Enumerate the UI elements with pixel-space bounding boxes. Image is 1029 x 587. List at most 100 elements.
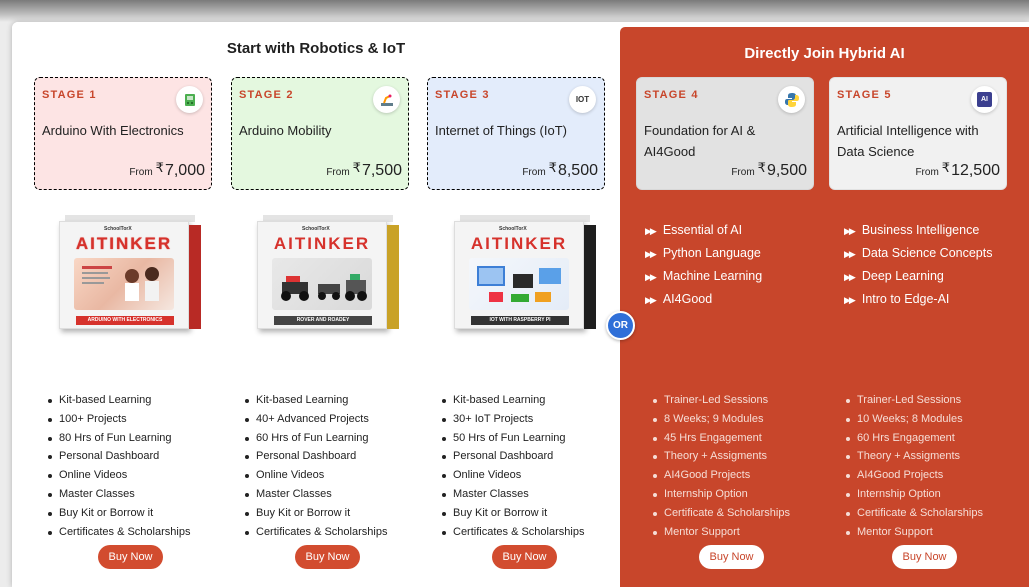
section-title-robotics: Start with Robotics & IoT: [226, 40, 406, 57]
list-item: Personal Dashboard: [440, 447, 584, 466]
stage-label: STAGE 3: [435, 89, 490, 101]
list-item: Certificates & Scholarships: [46, 523, 190, 542]
stage-5-buy-button[interactable]: Buy Now: [892, 545, 957, 569]
list-item: AI4Good Projects: [651, 466, 790, 485]
list-item: 30+ IoT Projects: [440, 410, 584, 429]
stage-title: Arduino Mobility: [239, 123, 332, 138]
list-item: Personal Dashboard: [243, 447, 387, 466]
list-item: Kit-based Learning: [440, 391, 584, 410]
stage-4-topics: ▶▶ Essential of AI ▶▶ Python Language ▶▶ Ma…: [645, 219, 762, 311]
list-item: 60 Hrs of Fun Learning: [243, 429, 387, 448]
stage-2-card[interactable]: STAGE 2 Arduino Mobility From ₹7,500: [231, 77, 409, 190]
stage-title: Arduino With Electronics: [42, 123, 184, 138]
stage-4-card[interactable]: STAGE 4 Foundation for AI & AI4Good From…: [636, 77, 814, 190]
from-label: From: [731, 167, 755, 178]
price-amount: 7,000: [164, 162, 205, 179]
stage-price: From ₹8,500: [522, 160, 598, 180]
list-item: Mentor Support: [651, 523, 790, 542]
ai-chip-icon: AI: [971, 86, 998, 113]
price-amount: 9,500: [766, 162, 807, 179]
list-item: Certificates & Scholarships: [243, 523, 387, 542]
list-item: AI4Good Projects: [844, 466, 983, 485]
product-box-mobility: SchoolTorX AITINKER ROVER AND ROADEY: [257, 215, 399, 331]
double-arrow-icon: ▶▶: [645, 295, 657, 305]
list-item: Kit-based Learning: [46, 391, 190, 410]
stage-label: STAGE 4: [644, 89, 699, 101]
list-item: 60 Hrs Engagement: [844, 429, 983, 448]
list-item: Trainer-Led Sessions: [651, 391, 790, 410]
list-item: 10 Weeks; 8 Modules: [844, 410, 983, 429]
list-item: Certificate & Scholarships: [844, 504, 983, 523]
list-item: ▶▶ Data Science Concepts: [844, 246, 993, 260]
stage-1-card[interactable]: STAGE 1 Arduino With Electronics From ₹7,…: [34, 77, 212, 190]
list-item: ▶▶ AI4Good: [645, 292, 713, 306]
currency-symbol: ₹: [548, 160, 557, 175]
from-label: From: [522, 167, 546, 178]
list-item: ▶▶ Deep Learning: [844, 269, 944, 283]
list-item: 8 Weeks; 9 Modules: [651, 410, 790, 429]
currency-symbol: ₹: [941, 160, 951, 175]
stage-5-features: Trainer-Led Sessions 10 Weeks; 8 Modules…: [844, 391, 983, 541]
stage-title: Foundation for AI & AI4Good: [644, 123, 756, 159]
stage-price: From ₹9,500: [731, 160, 807, 180]
double-arrow-icon: ▶▶: [844, 295, 856, 305]
from-label: From: [129, 167, 153, 178]
currency-symbol: ₹: [757, 160, 766, 175]
list-item: 100+ Projects: [46, 410, 190, 429]
double-arrow-icon: ▶▶: [645, 272, 657, 282]
list-item: Certificate & Scholarships: [651, 504, 790, 523]
list-item: Mentor Support: [844, 523, 983, 542]
stage-title: Internet of Things (IoT): [435, 123, 567, 138]
stage-price: From ₹7,500: [326, 160, 402, 180]
list-item: 80 Hrs of Fun Learning: [46, 429, 190, 448]
list-item: 45 Hrs Engagement: [651, 429, 790, 448]
list-item: Buy Kit or Borrow it: [46, 504, 190, 523]
stage-1-buy-button[interactable]: Buy Now: [98, 545, 163, 569]
product-photo: [469, 258, 569, 310]
list-item: 50 Hrs of Fun Learning: [440, 429, 584, 448]
list-item: Theory + Assigments: [651, 447, 790, 466]
list-item: Online Videos: [243, 466, 387, 485]
stage-4-buy-button[interactable]: Buy Now: [699, 545, 764, 569]
list-item: ▶▶ Python Language: [645, 246, 761, 260]
electronics-icon: [176, 86, 203, 113]
list-item: Kit-based Learning: [243, 391, 387, 410]
list-item: Personal Dashboard: [46, 447, 190, 466]
price-amount: 12,500: [951, 162, 1000, 179]
iot-icon-text: IOT: [575, 95, 590, 104]
list-item: Theory + Assigments: [844, 447, 983, 466]
stage-2-features: Kit-based Learning 40+ Advanced Projects…: [243, 391, 387, 541]
list-item: Buy Kit or Borrow it: [440, 504, 584, 523]
python-icon: [778, 86, 805, 113]
pricing-container: Start with Robotics & IoT STAGE 1 Arduin…: [12, 22, 1029, 587]
iot-icon: IOT: [569, 86, 596, 113]
product-photo: [272, 258, 372, 310]
stage-3-buy-button[interactable]: Buy Now: [492, 545, 557, 569]
currency-symbol: ₹: [155, 160, 164, 175]
stage-3-features: Kit-based Learning 30+ IoT Projects 50 H…: [440, 391, 584, 541]
from-label: From: [915, 167, 939, 178]
price-amount: 8,500: [557, 162, 598, 179]
list-item: Certificates & Scholarships: [440, 523, 584, 542]
stage-label: STAGE 2: [239, 89, 294, 101]
stage-title: Artificial Intelligence with Data Scienc…: [837, 123, 979, 159]
list-item: ▶▶ Machine Learning: [645, 269, 763, 283]
product-box-electronics: SchoolTorX AITINKER ARDUINO WITH ELECTRO…: [59, 215, 201, 331]
stage-2-buy-button[interactable]: Buy Now: [295, 545, 360, 569]
stage-label: STAGE 1: [42, 89, 97, 101]
double-arrow-icon: ▶▶: [844, 249, 856, 259]
from-label: From: [326, 167, 350, 178]
robotics-iot-panel: Start with Robotics & IoT STAGE 1 Arduin…: [12, 22, 620, 587]
stage-4-features: Trainer-Led Sessions 8 Weeks; 9 Modules …: [651, 391, 790, 541]
double-arrow-icon: ▶▶: [844, 226, 856, 236]
currency-symbol: ₹: [352, 160, 361, 175]
or-badge: OR: [606, 311, 635, 340]
list-item: 40+ Advanced Projects: [243, 410, 387, 429]
list-item: Buy Kit or Borrow it: [243, 504, 387, 523]
double-arrow-icon: ▶▶: [645, 226, 657, 236]
stage-5-card[interactable]: STAGE 5 AI Artificial Intelligence with …: [829, 77, 1007, 190]
list-item: Master Classes: [46, 485, 190, 504]
list-item: Internship Option: [844, 485, 983, 504]
stage-3-card[interactable]: STAGE 3 IOT Internet of Things (IoT) Fro…: [427, 77, 605, 190]
product-box-iot: SchoolTorX AITINKER IOT WITH RASPBERRY P…: [454, 215, 596, 331]
